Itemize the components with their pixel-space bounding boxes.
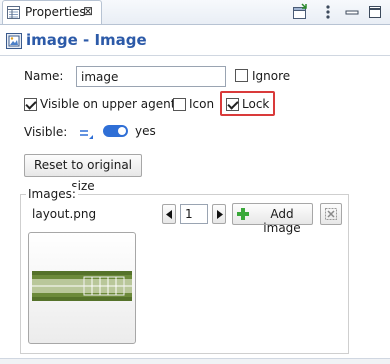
previous-image-button[interactable] (162, 204, 176, 224)
next-image-button[interactable] (212, 204, 226, 224)
lock-checkbox[interactable] (226, 98, 239, 111)
minimize-icon[interactable] (343, 3, 361, 21)
chevron-left-icon (166, 210, 172, 219)
tab-properties-label: Properties (25, 5, 86, 19)
icon-label: Icon (189, 97, 215, 111)
add-image-label: Add image (263, 207, 301, 235)
name-label: Name: (24, 69, 64, 83)
remove-icon (325, 208, 337, 220)
header-divider (0, 55, 390, 56)
close-icon[interactable]: ⊠ (83, 4, 93, 18)
name-field[interactable] (76, 66, 226, 87)
chevron-right-icon (217, 210, 223, 219)
visible-value: yes (135, 124, 156, 138)
visible-on-upper-agent-label: Visible on upper agent (40, 97, 176, 111)
images-group-label: Images: (26, 187, 78, 201)
image-index-field[interactable] (180, 204, 208, 224)
static-value-icon[interactable] (78, 125, 94, 141)
image-element-icon (6, 33, 22, 49)
toggle-knob (118, 127, 126, 135)
more-options-icon[interactable] (319, 3, 337, 21)
panel-bottom-edge (0, 358, 390, 364)
layout-image-preview (32, 271, 132, 301)
tab-properties[interactable]: Properties ⊠ (2, 0, 102, 24)
lock-label: Lock (242, 97, 270, 111)
plus-icon (237, 208, 249, 220)
add-image-button[interactable]: Add image (232, 203, 313, 235)
maximize-icon[interactable] (366, 3, 384, 21)
image-thumbnail[interactable] (28, 232, 136, 344)
reset-to-original-size-button[interactable]: Reset to original size (24, 154, 142, 193)
page-title: image - Image (26, 31, 147, 49)
properties-icon (7, 6, 20, 19)
icon-checkbox[interactable] (173, 98, 186, 111)
ignore-checkbox[interactable] (235, 69, 248, 82)
new-window-icon[interactable] (291, 3, 309, 21)
visible-toggle[interactable] (103, 125, 128, 137)
visible-label: Visible: (24, 125, 68, 139)
ignore-label: Ignore (252, 69, 291, 83)
visible-on-upper-agent-checkbox[interactable] (24, 98, 37, 111)
remove-image-button[interactable] (320, 203, 342, 225)
image-file-name: layout.png (32, 207, 97, 221)
